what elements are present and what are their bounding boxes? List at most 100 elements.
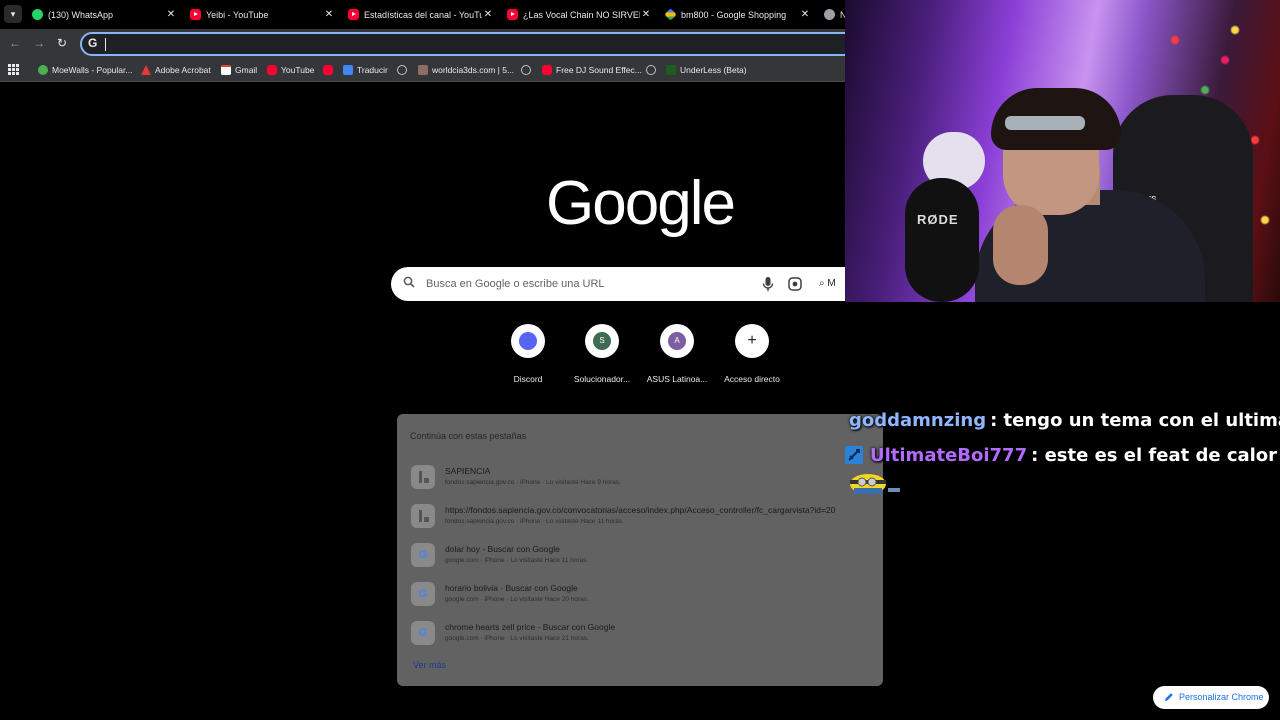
tab-vocal-chain[interactable]: ¿Las Vocal Chain NO SIRVEN? ( ✕ [501,0,658,29]
bookmark-label: Adobe Acrobat [155,65,211,75]
tab-yeibi-youtube[interactable]: Yeibi - YouTube ✕ [184,0,341,29]
bookmark-globe-3[interactable] [646,63,660,77]
whatsapp-icon [32,9,43,20]
bookmark-label: UnderLess (Beta) [680,65,747,75]
ai-mode-button[interactable]: ⌕ M [819,278,836,289]
tab-title: bm800 - Google Shopping [681,9,787,20]
sword-badge-icon [845,446,863,464]
streamer-hand [993,205,1048,285]
shortcut-label: Acceso directo [724,374,780,384]
search-icon [403,276,415,288]
bookmark-youtube-2[interactable] [323,63,337,77]
item-meta: google.com · iPhone · Lo visitaste Hace … [445,557,589,564]
gmail-icon [221,65,231,75]
bookmark-label: Gmail [235,65,258,75]
bookmark-adobe-acrobat[interactable]: Adobe Acrobat [141,63,211,77]
microphone-brand: RØDE [917,212,959,227]
letter-a-icon: A [668,332,686,350]
close-icon[interactable]: ✕ [640,9,652,20]
close-icon[interactable]: ✕ [165,9,177,20]
list-item[interactable]: https://fondos.sapiencia.gov.co/convocat… [407,498,867,534]
item-meta: google.com · iPhone · Lo visitaste Hace … [445,635,589,642]
youtube-icon [507,9,518,20]
youtube-icon [348,9,359,20]
tab-estadisticas[interactable]: Estadísticas del canal - YouTube ✕ [342,0,500,29]
bookmark-label: MoeWalls - Popular... [52,65,133,75]
tab-search-button[interactable]: ▾ [4,5,22,23]
pencil-icon [1165,693,1173,701]
bookmark-traducir[interactable]: Traducir [343,63,388,77]
shortcut-asus[interactable]: A ASUS Latinoa... [637,324,717,384]
minion-emote-icon [850,474,900,494]
bookmark-gmail[interactable]: Gmail [221,63,257,77]
bookmark-label: Free DJ Sound Effec... [556,65,642,75]
close-icon[interactable]: ✕ [323,9,335,20]
customize-chrome-button[interactable]: Personalizar Chrome [1153,686,1269,709]
chat-username: goddamnzing [849,410,987,431]
address-bar[interactable]: G [80,32,860,56]
bookmark-free-dj[interactable]: Free DJ Sound Effec... [542,63,642,77]
shortcut-solucionador[interactable]: S Solucionador... [562,324,642,384]
shortcut-tile: S [585,324,619,358]
google-icon: G [88,36,98,50]
item-title: dolar hoy - Buscar con Google [445,544,560,554]
tab-new[interactable]: N [818,0,845,29]
tab-title: (130) WhatsApp [48,9,114,20]
bookmark-label: worldcia3ds.com | 5... [432,65,515,75]
continue-tabs-card: Continúa con estas pestañas SAPIENCIA fo… [397,414,883,686]
webcam-overlay: OPTIMUS RØDE [845,0,1280,302]
tab-title: Estadísticas del canal - YouTube [364,9,482,20]
chat-text: : tengo un tema con el ultimateboi [990,410,1280,431]
customize-label: Personalizar Chrome [1179,692,1264,702]
shortcut-discord[interactable]: Discord [488,324,568,384]
reload-icon[interactable]: ↻ [55,36,69,50]
moewalls-icon [38,65,48,75]
list-item[interactable]: G horario bolivia - Buscar con Google go… [407,576,867,612]
youtube-icon [542,65,552,75]
bookmark-worldcia[interactable]: worldcia3ds.com | 5... [418,63,514,77]
google-icon: G [411,621,435,645]
see-more-link[interactable]: Ver más [413,660,446,670]
google-logo: Google [546,169,736,238]
tab-google-shopping[interactable]: bm800 - Google Shopping ✕ [659,0,817,29]
text-caret [105,38,106,51]
microphone [905,178,979,302]
bookmark-underless[interactable]: UnderLess (Beta) [666,63,747,77]
letter-s-icon: S [593,332,611,350]
shortcut-add[interactable]: + Acceso directo [712,324,792,384]
chat-text: : este es el feat de calor [1031,445,1278,466]
apps-grid-icon[interactable] [8,64,19,75]
forward-arrow-icon[interactable]: → [32,36,46,50]
bookmark-globe-2[interactable] [521,63,535,77]
tab-whatsapp[interactable]: (130) WhatsApp ✕ [26,0,183,29]
bookmark-moewalls[interactable]: MoeWalls - Popular... [38,63,132,77]
bookmark-globe-1[interactable] [397,63,411,77]
close-icon[interactable]: ✕ [482,9,494,20]
list-item[interactable]: G dolar hoy - Buscar con Google google.c… [407,537,867,573]
chat-message: UltimateBoi777: este es el feat de calor [870,445,1277,466]
shortcut-tile: A [660,324,694,358]
google-lens-icon[interactable] [788,277,802,291]
search-box[interactable]: Busca en Google o escribe una URL ⌕ M [391,267,891,301]
close-icon[interactable]: ✕ [799,9,811,20]
item-title: chrome hearts zell price - Buscar con Go… [445,622,616,632]
back-arrow-icon[interactable]: ← [8,36,22,50]
shortcut-label: Discord [513,374,543,384]
chrome-icon [824,9,835,20]
shortcut-tile [511,324,545,358]
list-item[interactable]: SAPIENCIA fondos.sapiencia.gov.co · iPho… [407,459,867,495]
card-title: Continúa con estas pestañas [410,431,527,441]
globe-icon [397,65,407,75]
worldcia-icon [418,65,428,75]
page-icon [411,504,435,528]
chat-message: goddamnzing: tengo un tema con el ultima… [849,410,1280,431]
list-item[interactable]: G chrome hearts zell price - Buscar con … [407,615,867,651]
item-meta: fondos.sapiencia.gov.co · iPhone · Lo vi… [445,518,624,525]
shortcut-label: Solucionador... [573,374,631,384]
headband [1005,116,1085,130]
bookmark-youtube[interactable]: YouTube [267,63,314,77]
bookmark-label: YouTube [281,65,315,75]
google-icon: G [411,582,435,606]
item-title: https://fondos.sapiencia.gov.co/convocat… [445,505,836,515]
microphone-icon[interactable] [761,276,775,292]
